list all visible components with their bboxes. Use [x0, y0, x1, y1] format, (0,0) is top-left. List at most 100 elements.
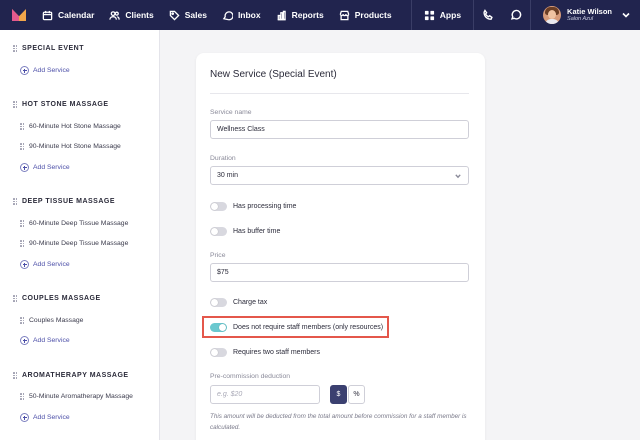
category-special-event[interactable]: SPECIAL EVENT: [13, 45, 84, 52]
duration-label: Duration: [210, 155, 236, 162]
buffer-time-toggle[interactable]: [210, 227, 227, 236]
deduction-label: Pre-commission deduction: [210, 373, 291, 380]
inbox-icon: [222, 10, 233, 21]
service-label: 60-Minute Deep Tissue Massage: [29, 220, 129, 227]
buffer-time-toggle-row[interactable]: Has buffer time: [210, 227, 280, 236]
nav-calendar-label: Calendar: [58, 10, 95, 20]
plus-circle-icon: [20, 163, 29, 172]
drag-handle-icon[interactable]: [13, 45, 17, 52]
chat-bubble-icon: [510, 9, 522, 20]
service-label: 90-Minute Hot Stone Massage: [29, 143, 121, 150]
nav-sales-label: Sales: [184, 10, 207, 20]
duration-select[interactable]: 30 min: [210, 166, 469, 185]
deduction-note: This amount will be deducted from the to…: [210, 413, 467, 431]
service-name-input[interactable]: Wellness Class: [210, 120, 469, 139]
drag-handle-icon[interactable]: [20, 123, 24, 130]
phone-button[interactable]: [474, 0, 502, 30]
nav-inbox[interactable]: Inbox: [222, 0, 261, 30]
charge-tax-toggle[interactable]: [210, 298, 227, 307]
drag-handle-icon[interactable]: [13, 101, 17, 108]
nav-calendar[interactable]: Calendar: [42, 0, 94, 30]
add-service-label: Add Service: [33, 261, 70, 268]
category-aromatherapy-massage[interactable]: AROMATHERAPY MASSAGE: [13, 372, 129, 379]
processing-time-toggle[interactable]: [210, 202, 227, 211]
nav-reports[interactable]: Reports: [276, 0, 324, 30]
drag-handle-icon[interactable]: [13, 295, 17, 302]
nav-reports-label: Reports: [291, 10, 324, 20]
nav-clients[interactable]: Clients: [109, 0, 154, 30]
chat-button[interactable]: [502, 0, 530, 30]
shop-icon: [339, 10, 350, 21]
service-label: 50-Minute Aromatherapy Massage: [29, 393, 133, 400]
drag-handle-icon[interactable]: [13, 372, 17, 379]
divider: [210, 93, 469, 94]
add-service-button[interactable]: Add Service: [20, 163, 70, 172]
unit-percent-button[interactable]: %: [348, 385, 365, 404]
category-deep-tissue-massage[interactable]: DEEP TISSUE MASSAGE: [13, 198, 115, 205]
add-service-button[interactable]: Add Service: [20, 66, 70, 75]
nav-products[interactable]: Products: [339, 0, 392, 30]
phone-icon: [483, 9, 493, 20]
service-item[interactable]: 90-Minute Hot Stone Massage: [20, 143, 121, 150]
add-service-label: Add Service: [33, 337, 70, 344]
category-title: HOT STONE MASSAGE: [22, 101, 109, 108]
nav-inbox-label: Inbox: [237, 10, 261, 20]
service-item[interactable]: 50-Minute Aromatherapy Massage: [20, 393, 133, 400]
new-service-form: New Service (Special Event) Service name…: [196, 53, 485, 440]
two-staff-toggle-row[interactable]: Requires two staff members: [210, 348, 320, 357]
buffer-time-label: Has buffer time: [233, 228, 281, 235]
drag-handle-icon[interactable]: [20, 317, 24, 324]
add-service-label: Add Service: [33, 67, 70, 74]
chevron-down-icon: [622, 6, 630, 24]
processing-time-toggle-row[interactable]: Has processing time: [210, 202, 296, 211]
apps-button[interactable]: Apps: [412, 0, 473, 30]
drag-handle-icon[interactable]: [20, 220, 24, 227]
charge-tax-toggle-row[interactable]: Charge tax: [210, 298, 267, 307]
add-service-button[interactable]: Add Service: [20, 336, 70, 345]
processing-time-label: Has processing time: [233, 203, 297, 210]
two-staff-toggle[interactable]: [210, 348, 227, 357]
nav-right-group: Apps Katie Wilson Salon Azul: [410, 0, 640, 30]
plus-circle-icon: [20, 413, 29, 422]
nav-sales[interactable]: Sales: [169, 0, 207, 30]
grid-icon: [424, 10, 434, 20]
user-menu[interactable]: Katie Wilson Salon Azul: [531, 0, 640, 30]
service-name-value: Wellness Class: [217, 126, 265, 133]
deduction-input[interactable]: e.g. $20: [210, 385, 320, 404]
form-title: New Service (Special Event): [210, 69, 337, 80]
deduction-placeholder: e.g. $20: [217, 391, 243, 398]
apps-label: Apps: [439, 10, 462, 20]
service-item[interactable]: Couples Massage: [20, 317, 83, 324]
add-service-button[interactable]: Add Service: [20, 260, 70, 269]
category-hot-stone-massage[interactable]: HOT STONE MASSAGE: [13, 101, 109, 108]
drag-handle-icon[interactable]: [20, 143, 24, 150]
drag-handle-icon[interactable]: [20, 393, 24, 400]
category-title: DEEP TISSUE MASSAGE: [22, 198, 116, 205]
drag-handle-icon[interactable]: [20, 240, 24, 247]
price-input[interactable]: $75: [210, 263, 469, 282]
bar-chart-icon: [276, 10, 287, 21]
category-title: SPECIAL EVENT: [22, 45, 84, 52]
category-title: AROMATHERAPY MASSAGE: [22, 372, 129, 379]
user-name: Katie Wilson: [567, 7, 612, 16]
drag-handle-icon[interactable]: [13, 198, 17, 205]
app-logo-icon[interactable]: [12, 9, 26, 21]
price-value: $75: [217, 269, 229, 276]
add-service-button[interactable]: Add Service: [20, 413, 70, 422]
two-staff-label: Requires two staff members: [233, 349, 321, 356]
duration-value: 30 min: [217, 172, 239, 179]
service-item[interactable]: 60-Minute Hot Stone Massage: [20, 123, 121, 130]
highlight-box: [202, 316, 389, 338]
plus-circle-icon: [20, 336, 29, 345]
plus-circle-icon: [20, 260, 29, 269]
unit-dollar-button[interactable]: $: [330, 385, 347, 404]
tag-icon: [169, 10, 180, 21]
nav-clients-label: Clients: [125, 10, 154, 20]
user-location: Salon Azul: [567, 16, 594, 22]
category-couples-massage[interactable]: COUPLES MASSAGE: [13, 295, 101, 302]
service-item[interactable]: 90-Minute Deep Tissue Massage: [20, 240, 128, 247]
service-label: Couples Massage: [29, 317, 84, 324]
plus-circle-icon: [20, 66, 29, 75]
service-item[interactable]: 60-Minute Deep Tissue Massage: [20, 220, 128, 227]
avatar: [543, 6, 562, 24]
